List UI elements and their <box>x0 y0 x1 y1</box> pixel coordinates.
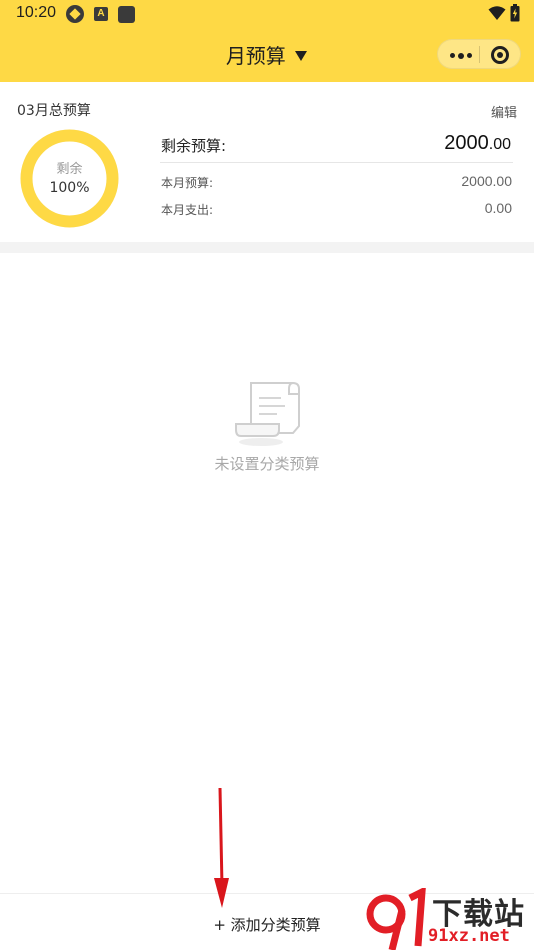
remaining-budget-label: 剩余预算: <box>161 137 227 155</box>
month-spent-value: 0.00 <box>484 200 512 216</box>
card-divider <box>160 162 513 163</box>
remaining-ring-arc <box>20 129 119 228</box>
capsule-divider <box>479 46 480 63</box>
miniprogram-capsule <box>437 39 521 69</box>
month-budget-value: 2000.00 <box>461 173 512 189</box>
remaining-ring-chart <box>20 129 119 228</box>
top-header: 10:20 A 月预算 <box>0 0 534 82</box>
scroll-document-icon <box>235 382 300 446</box>
app-a-icon: A <box>94 7 108 21</box>
status-time: 10:20 <box>16 4 57 21</box>
watermark-domain: 91xz.net <box>428 926 510 946</box>
ring-remaining-label: 剩余 <box>56 162 83 177</box>
ring-remaining-percent: 100% <box>49 180 90 196</box>
remaining-amount-decimal: .00 <box>488 136 511 153</box>
page-title: 月预算 <box>225 44 286 68</box>
battery-icon <box>510 4 520 22</box>
month-spent-row: 本月支出: 0.00 <box>160 200 512 219</box>
remaining-budget-amount: 2000.00 <box>444 132 511 155</box>
remaining-budget-row: 剩余预算: 2000.00 <box>160 132 512 162</box>
app-square-icon <box>118 5 135 23</box>
section-gap <box>0 242 534 253</box>
edit-budget-button[interactable]: 编辑 <box>491 102 517 121</box>
remaining-amount-integer: 2000 <box>444 132 489 154</box>
month-spent-label: 本月支出: <box>161 203 214 217</box>
caret-down-icon <box>295 51 308 61</box>
total-budget-card: 03月总预算 编辑 剩余 100% 剩余预算: 2000.00 本月预算: 20… <box>0 82 534 242</box>
empty-state-text: 未设置分类预算 <box>214 455 320 473</box>
target-close-icon[interactable] <box>491 46 509 64</box>
more-dots-icon[interactable] <box>450 52 472 59</box>
app-notification-icon <box>66 5 84 23</box>
wifi-icon <box>488 6 506 20</box>
month-budget-label: 本月预算: <box>161 176 214 190</box>
month-budget-row: 本月预算: 2000.00 <box>160 173 512 192</box>
red-annotation-arrow <box>214 787 229 908</box>
budget-title: 03月总预算 <box>17 103 91 119</box>
status-app-icons: A <box>66 5 135 23</box>
status-system-icons <box>488 4 520 22</box>
